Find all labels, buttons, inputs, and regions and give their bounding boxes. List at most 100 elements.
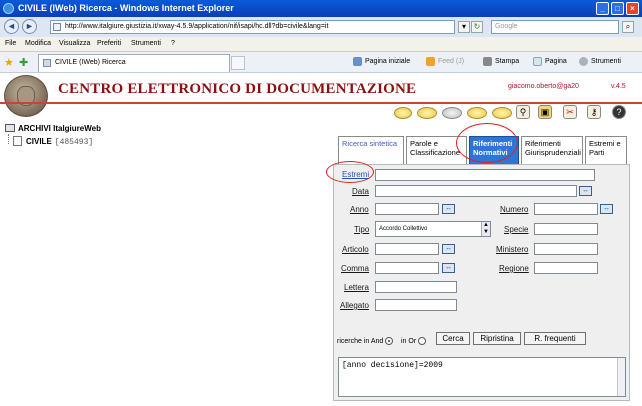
lettera-input[interactable] — [375, 281, 457, 293]
address-bar-row: ◄ ► http://www.italgiure.giustizia.it/xw… — [0, 17, 642, 37]
search-form: Estremi Data ↔ Anno ↔ Numero ↔ Tipo Acco… — [333, 164, 630, 401]
select-arrows-icon[interactable]: ▲ ▼ — [481, 222, 490, 236]
comma-label[interactable]: Comma — [341, 264, 369, 273]
tree-root[interactable]: ARCHIVI ItalgiureWeb — [5, 124, 101, 135]
window-titlebar: CIVILE (IWeb) Ricerca - Windows Internet… — [0, 0, 642, 17]
help-icon[interactable]: ? — [612, 105, 626, 119]
search-icon[interactable]: ⌕ — [622, 21, 634, 33]
close-button[interactable]: × — [626, 2, 639, 15]
search-input[interactable]: Google — [491, 20, 619, 34]
header-divider — [0, 102, 642, 104]
back-button[interactable]: ◄ — [4, 19, 19, 34]
regione-input[interactable] — [534, 262, 598, 274]
menu-file[interactable]: File — [5, 40, 16, 47]
tipo-selected-value: Accordo Collettivo — [379, 226, 428, 232]
toolbar-oval-button-1[interactable] — [394, 107, 412, 119]
specie-label[interactable]: Specie — [504, 225, 528, 234]
archive-tree: ARCHIVI ItalgiureWeb CIVILE [485493] — [5, 124, 101, 147]
toolbar-oval-button-4[interactable] — [467, 107, 487, 119]
tools-menu-button[interactable]: Strumenti — [591, 58, 621, 65]
regione-label[interactable]: Regione — [499, 264, 529, 273]
user-name: giacomo.oberto@ga20 — [508, 83, 579, 90]
ripristina-button[interactable]: Ripristina — [473, 332, 521, 345]
toolbar-oval-button-2[interactable] — [417, 107, 437, 119]
home-button[interactable]: Pagina iniziale — [365, 58, 410, 65]
feed-icon — [426, 57, 435, 66]
address-dropdown-icon[interactable]: ▾ — [458, 21, 470, 33]
menu-modifica[interactable]: Modifica — [25, 40, 51, 47]
anno-input[interactable] — [375, 203, 439, 215]
page-banner: CENTRO ELETTRONICO DI DOCUMENTAZIONE — [58, 81, 417, 97]
annotation-circle-normativi — [456, 123, 518, 163]
forward-button[interactable]: ► — [22, 19, 37, 34]
ministero-input[interactable] — [534, 243, 598, 255]
articolo-input[interactable] — [375, 243, 439, 255]
anno-label[interactable]: Anno — [350, 205, 369, 214]
toolbar-oval-button-5[interactable] — [492, 107, 512, 119]
tab-riferimenti-giurisprudenziali[interactable]: Riferimenti Giurisprudenziali — [521, 136, 583, 164]
numero-label[interactable]: Numero — [500, 205, 528, 214]
tools-gear-icon — [579, 57, 588, 66]
scissors-icon[interactable]: ✂ — [563, 105, 577, 119]
print-button[interactable]: Stampa — [495, 58, 519, 65]
archive-icon — [5, 124, 15, 132]
page-content: CENTRO ELETTRONICO DI DOCUMENTAZIONE gia… — [0, 73, 642, 406]
and-radio[interactable] — [385, 337, 393, 345]
data-input[interactable] — [375, 185, 577, 197]
page-menu-button[interactable]: Pagina — [545, 58, 567, 65]
tab-estremi-parti[interactable]: Estremi e Parti — [585, 136, 627, 164]
tipo-label[interactable]: Tipo — [354, 225, 369, 234]
new-tab-button[interactable] — [231, 56, 245, 70]
browser-tab[interactable]: CIVILE (IWeb) Ricerca — [38, 54, 230, 72]
refresh-icon[interactable]: ↻ — [471, 21, 483, 33]
data-label[interactable]: Data — [352, 187, 369, 196]
tab-page-icon — [43, 59, 51, 67]
annotation-circle-estremi — [326, 161, 374, 183]
minimize-button[interactable]: _ — [596, 2, 609, 15]
page-icon — [53, 23, 61, 31]
tipo-select[interactable]: Accordo Collettivo ▲ ▼ — [375, 221, 491, 237]
or-radio[interactable] — [418, 337, 426, 345]
specie-input[interactable] — [534, 223, 598, 235]
comma-input[interactable] — [375, 262, 439, 274]
estremi-input[interactable] — [375, 169, 595, 181]
query-scrollbar[interactable] — [617, 358, 625, 396]
search-panel: Ricerca sintetica Parole e Classificazio… — [333, 131, 630, 401]
tab-ricerca-sintetica[interactable]: Ricerca sintetica — [338, 136, 404, 164]
menu-preferiti[interactable]: Preferiti — [97, 40, 121, 47]
and-radio-label: ricerche in And — [337, 338, 384, 345]
tree-root-label: ARCHIVI ItalgiureWeb — [18, 124, 101, 133]
cerca-button[interactable]: Cerca — [436, 332, 470, 345]
comma-range-button[interactable]: ↔ — [442, 263, 455, 273]
lettera-label[interactable]: Lettera — [344, 283, 369, 292]
address-input[interactable]: http://www.italgiure.giustizia.it/xway-4… — [50, 20, 455, 34]
articolo-range-button[interactable]: ↔ — [442, 244, 455, 254]
query-textarea[interactable]: [anno decisione]=2009 — [338, 357, 626, 397]
menu-visualizza[interactable]: Visualizza — [59, 40, 90, 47]
allegato-input[interactable] — [375, 299, 457, 311]
tree-item-count: [485493] — [54, 138, 94, 147]
favorites-star-icon[interactable]: ★ — [4, 56, 14, 69]
frequenti-button[interactable]: R. frequenti — [524, 332, 586, 345]
seal-logo — [4, 75, 48, 117]
toolbar-oval-button-3[interactable] — [442, 107, 462, 119]
binoculars-icon[interactable]: ⚲ — [516, 105, 530, 119]
anno-range-button[interactable]: ↔ — [442, 204, 455, 214]
add-favorite-icon[interactable]: ✚ — [19, 56, 28, 69]
feed-button[interactable]: Feed (J) — [438, 58, 464, 65]
articolo-label[interactable]: Articolo — [342, 245, 369, 254]
bag-icon[interactable]: ▣ — [538, 105, 552, 119]
ministero-label[interactable]: Ministero — [496, 245, 528, 254]
ie-logo-icon — [3, 3, 14, 14]
tree-item-civile[interactable]: CIVILE [485493] — [13, 136, 109, 147]
browser-tab-title: CIVILE (IWeb) Ricerca — [55, 59, 126, 66]
allegato-label[interactable]: Allegato — [340, 301, 369, 310]
key-icon[interactable]: ⚷ — [587, 105, 601, 119]
maximize-button[interactable]: □ — [611, 2, 624, 15]
numero-range-button[interactable]: ↔ — [600, 204, 613, 214]
tab-command-bar: ★ ✚ CIVILE (IWeb) Ricerca Pagina inizial… — [0, 52, 642, 73]
menu-help[interactable]: ? — [171, 40, 175, 47]
data-range-button[interactable]: ↔ — [579, 186, 592, 196]
menu-strumenti[interactable]: Strumenti — [131, 40, 161, 47]
numero-input[interactable] — [534, 203, 598, 215]
